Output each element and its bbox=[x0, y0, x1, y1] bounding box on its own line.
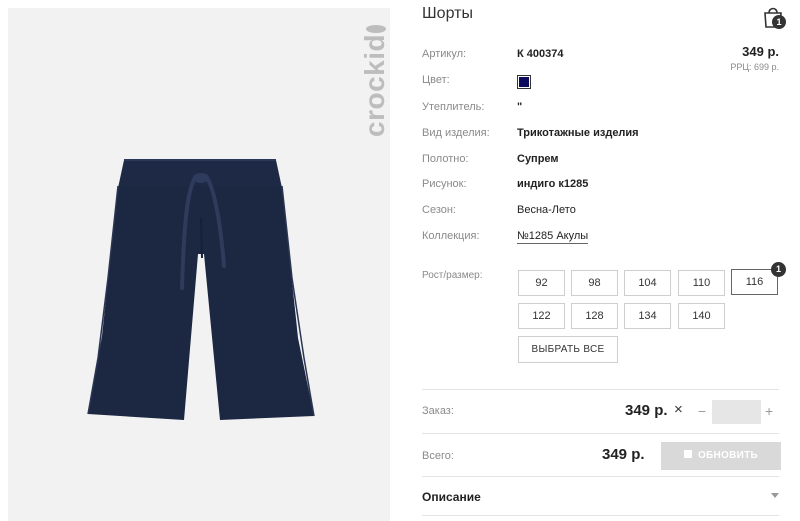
quantity-decrement-button[interactable]: − bbox=[698, 403, 706, 419]
size-option[interactable]: 110 bbox=[678, 270, 725, 296]
size-option[interactable]: 98 bbox=[571, 270, 618, 296]
order-price: 349 р. bbox=[625, 402, 668, 419]
size-option[interactable]: 134 bbox=[624, 303, 671, 329]
product-title: Шорты bbox=[422, 5, 473, 22]
color-swatch-fill bbox=[519, 77, 529, 87]
divider bbox=[422, 389, 779, 390]
divider bbox=[422, 515, 779, 516]
total-price: 349 р. bbox=[602, 446, 645, 463]
size-option[interactable]: 128 bbox=[571, 303, 618, 329]
quantity-increment-button[interactable]: + bbox=[765, 403, 773, 419]
color-swatch[interactable] bbox=[517, 75, 531, 89]
close-icon[interactable]: × bbox=[674, 402, 688, 418]
divider bbox=[422, 433, 779, 434]
order-label: Заказ: bbox=[422, 405, 454, 417]
size-option[interactable]: 140 bbox=[678, 303, 725, 329]
select-all-button[interactable]: ВЫБРАТЬ ВСЕ bbox=[518, 336, 618, 363]
product-image bbox=[87, 159, 315, 420]
brand-logo: crockid bbox=[359, 24, 390, 137]
size-option[interactable]: 122 bbox=[518, 303, 565, 329]
article-label: Артикул: bbox=[422, 48, 467, 60]
type-label: Вид изделия: bbox=[422, 127, 490, 139]
update-button-label: ОБНОВИТЬ bbox=[697, 450, 759, 461]
quantity-input[interactable] bbox=[712, 400, 761, 424]
collection-label: Коллекция: bbox=[422, 230, 480, 242]
fabric-label: Полотно: bbox=[422, 153, 469, 165]
description-heading[interactable]: Описание bbox=[422, 490, 481, 504]
product-price: 349 р. bbox=[742, 44, 779, 59]
type-value: Трикотажные изделия bbox=[517, 127, 639, 139]
insulation-value: " bbox=[517, 101, 523, 113]
color-label: Цвет: bbox=[422, 74, 450, 86]
update-button[interactable]: ОБНОВИТЬ bbox=[661, 442, 781, 470]
total-label: Всего: bbox=[422, 450, 454, 462]
collection-link[interactable]: №1285 Акулы bbox=[517, 230, 589, 244]
insulation-label: Утеплитель: bbox=[422, 101, 485, 113]
size-option[interactable]: 92 bbox=[518, 270, 565, 296]
fabric-value: Супрем bbox=[517, 153, 559, 165]
divider bbox=[422, 476, 779, 477]
chevron-down-icon[interactable] bbox=[771, 493, 779, 498]
recommended-price: РРЦ: 699 р. bbox=[730, 62, 779, 72]
season-value: Весна-Лето bbox=[517, 204, 576, 216]
article-value: К 400374 bbox=[517, 48, 564, 60]
pattern-label: Рисунок: bbox=[422, 178, 467, 190]
season-label: Сезон: bbox=[422, 204, 456, 216]
size-count-badge: 1 bbox=[771, 262, 786, 277]
cart-count-badge: 1 bbox=[772, 15, 786, 29]
size-option[interactable]: 104 bbox=[624, 270, 671, 296]
bag-icon bbox=[683, 450, 692, 458]
size-label: Рост/размер: bbox=[422, 270, 483, 281]
pattern-value: индиго к1285 bbox=[517, 178, 589, 190]
